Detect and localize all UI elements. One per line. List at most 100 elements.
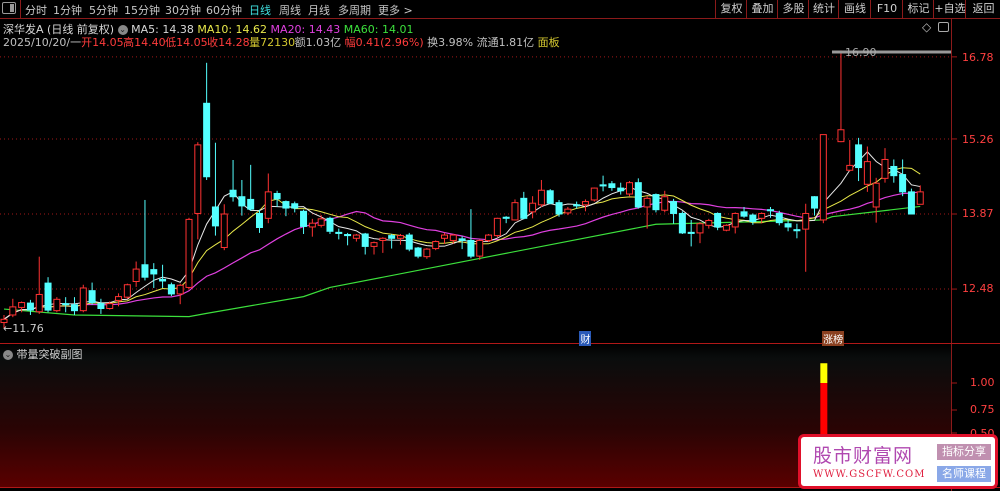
candle-up: [837, 129, 845, 143]
candle-down: [26, 302, 34, 311]
candle-down: [811, 196, 819, 209]
candle-down: [88, 290, 96, 304]
candle-up: [194, 144, 202, 214]
candle-down: [573, 204, 581, 207]
candle-down: [890, 165, 898, 177]
candle-down: [855, 144, 863, 169]
candle-down: [159, 278, 167, 282]
candle-up: [705, 219, 713, 226]
candle-up: [123, 284, 131, 298]
candle-up: [185, 218, 193, 288]
candle-down: [617, 187, 625, 192]
watermark-tag-indicators: 指标分享: [937, 444, 991, 460]
candle-up: [916, 191, 924, 205]
candle-up: [493, 217, 501, 237]
candle-down: [247, 198, 255, 210]
indicator-bar-breakout: [820, 363, 828, 383]
candle-up: [581, 201, 589, 206]
candle-up: [79, 287, 87, 312]
candle-down: [211, 206, 219, 227]
candle-up: [432, 241, 440, 250]
candle-down: [414, 247, 422, 257]
sub-tick-label: 1.00: [970, 376, 995, 389]
candle-down: [273, 192, 281, 200]
candle-down: [344, 234, 352, 237]
candle-down: [555, 202, 563, 215]
candle-down: [141, 264, 149, 278]
candle-down: [740, 211, 748, 217]
candle-down: [300, 210, 308, 227]
candle-up: [379, 237, 387, 241]
sub-tick-label: 0.75: [970, 403, 995, 416]
candle-down: [784, 223, 792, 228]
candle-down: [62, 303, 70, 306]
candle-up: [661, 196, 669, 211]
candle-down: [520, 197, 528, 219]
candle-up: [872, 182, 880, 208]
candle-down: [608, 183, 616, 189]
candle-down: [687, 231, 695, 234]
candle-down: [44, 282, 52, 311]
candle-down: [907, 191, 915, 215]
candle-down: [326, 217, 334, 232]
candle-down: [467, 239, 475, 257]
candle-up: [819, 134, 827, 221]
low-price-marker: ←11.76: [3, 322, 44, 335]
candle-up: [370, 242, 378, 247]
candle-up: [485, 234, 493, 241]
candle-down: [255, 212, 263, 229]
candle-up: [106, 303, 114, 310]
candle-down: [167, 284, 175, 295]
candle-up: [18, 302, 26, 308]
candle-down: [775, 212, 783, 224]
candle-up: [317, 218, 325, 226]
candle-down: [361, 233, 369, 247]
price-tick-label: 16.78: [962, 51, 994, 64]
candle-down: [546, 190, 554, 204]
ma20-line: [3, 191, 921, 320]
candle-down: [678, 212, 686, 234]
candle-up: [308, 222, 316, 228]
candle-up: [176, 284, 184, 295]
candle-down: [282, 201, 290, 209]
candle-up: [881, 158, 889, 179]
price-tick-label: 15.26: [962, 133, 994, 146]
candle-up: [9, 306, 17, 316]
candle-down: [634, 182, 642, 208]
candle-down: [70, 304, 78, 312]
candle-up: [264, 191, 272, 219]
event-marker-limit-up[interactable]: 涨榜: [822, 331, 845, 346]
watermark-title: 股市财富网: [813, 445, 914, 467]
candle-up: [476, 239, 484, 257]
candle-down: [335, 231, 343, 234]
candle-up: [53, 298, 61, 312]
candle-down: [150, 269, 158, 275]
price-tick-label: 13.87: [962, 207, 994, 220]
candle-down: [714, 212, 722, 228]
candle-down: [749, 214, 757, 223]
event-marker-finance[interactable]: 财: [579, 331, 592, 346]
candlestick-chart[interactable]: [0, 0, 1000, 491]
candle-down: [388, 235, 396, 239]
candle-down: [599, 184, 607, 187]
candle-up: [537, 189, 545, 206]
candle-up: [590, 187, 598, 201]
candle-up: [449, 234, 457, 241]
candle-down: [405, 234, 413, 250]
candle-down: [238, 196, 246, 207]
watermark-tag-courses: 名师课程: [937, 466, 991, 482]
candle-up: [722, 224, 730, 231]
candle-up: [35, 293, 43, 313]
candle-down: [203, 102, 211, 178]
candle-up: [696, 223, 704, 234]
candle-up: [802, 212, 810, 230]
candle-up: [846, 164, 854, 171]
candle-down: [766, 209, 774, 212]
candle-up: [529, 202, 537, 213]
candle-up: [758, 212, 766, 219]
high-price-marker: 16.90: [845, 46, 877, 59]
candle-down: [229, 189, 237, 198]
candle-up: [441, 234, 448, 239]
candle-up: [731, 212, 739, 228]
candle-down: [652, 194, 660, 211]
